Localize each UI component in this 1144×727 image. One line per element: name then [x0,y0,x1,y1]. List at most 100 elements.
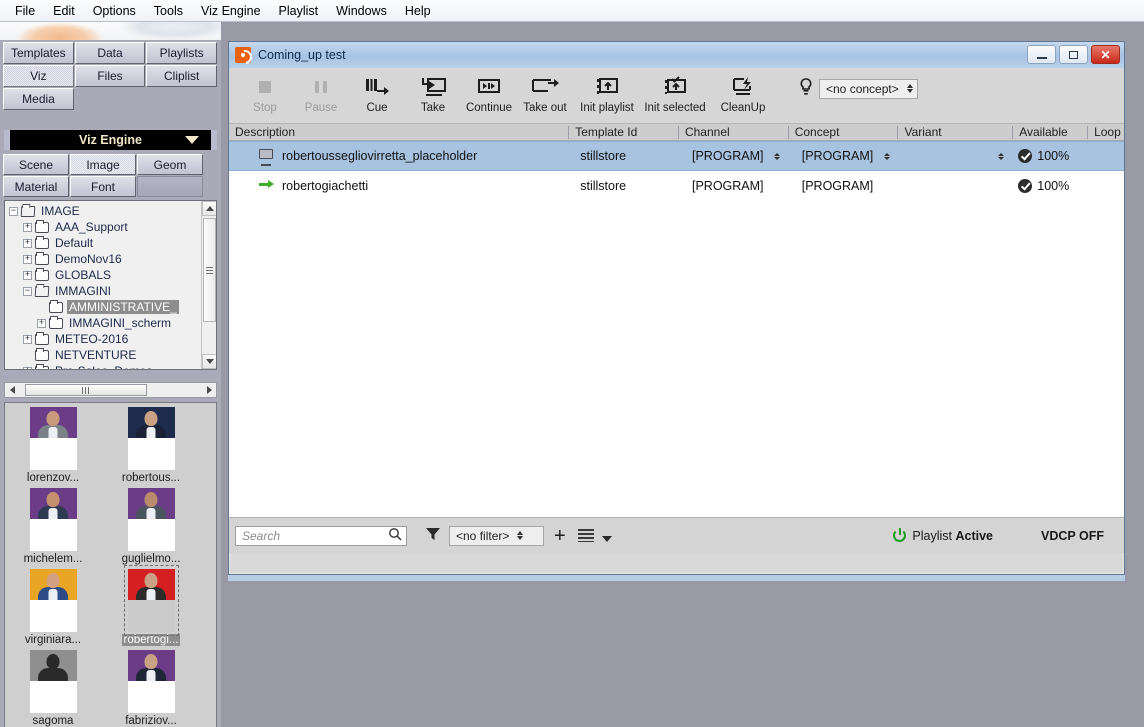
close-button[interactable]: ✕ [1091,45,1120,64]
asset-tab-image[interactable]: Image [70,154,136,175]
column-header[interactable]: Channel [677,125,788,139]
sidebar-tab-viz[interactable]: Viz [3,65,74,87]
expand-icon[interactable]: + [23,270,32,280]
take-button[interactable]: Take [405,72,461,114]
scroll-right-arrow-icon[interactable] [202,383,216,397]
expand-icon[interactable]: + [23,334,32,344]
thumbnail-item[interactable]: virginiara... [17,569,89,646]
playlist-column-header: Description Template Id Channel Concept Vari… [229,124,1124,141]
tree-vertical-scrollbar[interactable] [201,201,216,369]
spinner-updown-icon[interactable] [906,84,913,93]
menu-item-windows[interactable]: Windows [327,2,396,20]
sidebar-tab-media[interactable]: Media [3,88,74,110]
scroll-up-arrow-icon[interactable] [202,201,216,216]
scroll-down-arrow-icon[interactable] [202,354,216,369]
sidebar-tab-row-2: Viz Files Cliplist [3,65,218,88]
sidebar-tab-templates[interactable]: Templates [3,42,74,64]
table-row[interactable]: robertogiachetti stillstore [PROGRAM] [PROG… [229,171,1124,201]
menu-item-viz-engine[interactable]: Viz Engine [192,2,270,20]
cleanup-button[interactable]: CleanUp [709,72,777,114]
thumbnail-browser[interactable]: lorenzov... robertous... michelem... guglie… [4,402,217,727]
column-header[interactable]: Variant [897,125,1012,139]
thumbnail-item[interactable]: robertogi... [115,565,187,646]
asset-tab-font[interactable]: Font [70,176,136,197]
menu-item-edit[interactable]: Edit [44,2,84,20]
spinner-updown-icon[interactable] [883,152,890,160]
spinner-updown-icon[interactable] [773,152,780,160]
menu-item-file[interactable]: File [6,2,44,20]
hscroll-thumb[interactable] [25,384,147,396]
minimize-button[interactable] [1027,45,1056,64]
tree-node[interactable]: + METEO-2016 [5,331,201,347]
list-lines-icon[interactable] [577,529,594,542]
thumbnail-item[interactable]: robertous... [115,407,187,484]
tree-horizontal-scrollbar[interactable] [4,382,217,398]
funnel-icon[interactable] [425,526,441,545]
cue-button[interactable]: Cue [349,72,405,114]
scroll-left-arrow-icon[interactable] [5,383,19,397]
table-row[interactable]: robertoussegliovirretta_placeholder still… [229,141,1124,171]
image-folder-tree[interactable]: − IMAGE + AAA_Support + Default + DemoNov16 + GLO… [4,200,217,370]
thumbnail-item[interactable]: michelem... [17,488,89,565]
monitor-icon [259,149,275,163]
chevron-down-icon[interactable] [185,136,199,144]
tree-node[interactable]: AMMINISTRATIVE_ [5,299,201,315]
spinner-updown-icon[interactable] [517,531,524,540]
collapse-icon[interactable]: − [9,206,18,216]
maximize-button[interactable] [1059,45,1088,64]
expand-icon[interactable]: + [23,254,32,264]
viz-engine-bar[interactable]: Viz Engine [4,130,217,150]
concept-dropdown[interactable]: <no concept> [819,78,918,99]
tree-node[interactable]: NETVENTURE [5,347,201,363]
thumbnail-item[interactable]: sagoma [17,650,89,727]
tree-node[interactable]: + DemoNov16 [5,251,201,267]
playlist-rows[interactable]: robertoussegliovirretta_placeholder still… [229,141,1124,518]
thumbnail-item[interactable]: guglielmo... [115,488,187,565]
column-header[interactable]: Description [229,125,568,139]
plus-icon[interactable]: + [554,526,566,546]
sidebar-tab-data[interactable]: Data [74,42,146,64]
filter-dropdown[interactable]: <no filter> [449,525,544,546]
expand-icon[interactable]: + [23,222,32,232]
sidebar-tab-cliplist[interactable]: Cliplist [146,65,218,87]
continue-button[interactable]: Continue [461,72,517,114]
init-selected-button[interactable]: Init selected [641,72,709,114]
thumbnail-item[interactable]: lorenzov... [17,407,89,484]
search-input[interactable]: Search [235,525,407,546]
pause-button[interactable]: Pause [293,72,349,114]
take-out-button[interactable]: Take out [517,72,573,114]
tree-node[interactable]: − IMAGE [5,203,201,219]
column-header[interactable]: Loop [1087,125,1124,139]
collapse-icon[interactable]: − [23,286,32,296]
menu-item-options[interactable]: Options [84,2,145,20]
stop-button[interactable]: Stop [237,72,293,114]
expand-icon[interactable]: + [23,366,32,369]
menu-item-tools[interactable]: Tools [145,2,192,20]
sidebar-tab-playlists[interactable]: Playlists [146,42,218,64]
tree-node[interactable]: + Default [5,235,201,251]
menu-item-help[interactable]: Help [396,2,440,20]
tree-node[interactable]: + AAA_Support [5,219,201,235]
asset-tab-material[interactable]: Material [3,176,69,197]
menu-item-playlist[interactable]: Playlist [270,2,328,20]
tree-node[interactable]: − IMMAGINI [5,283,201,299]
tree-node[interactable]: + Pre-Sales_Demos [5,363,201,369]
search-icon[interactable] [388,527,402,544]
sidebar-tab-files[interactable]: Files [74,65,146,87]
playlist-toolbar: Stop Pause Cue Take Continue Take out In… [229,68,1124,124]
chevron-down-icon[interactable] [601,536,612,542]
column-header[interactable]: Template Id [568,125,678,139]
column-header[interactable]: Concept [787,125,898,139]
asset-tab-geom[interactable]: Geom [137,154,203,175]
expand-icon[interactable]: + [23,238,32,248]
tree-node[interactable]: + GLOBALS [5,267,201,283]
spinner-updown-icon[interactable] [998,152,1005,160]
thumbnail-item[interactable]: fabriziov... [115,650,187,727]
scroll-thumb[interactable] [203,218,216,322]
init-playlist-button[interactable]: Init playlist [573,72,641,114]
expand-icon[interactable]: + [37,318,46,328]
tree-node[interactable]: + IMMAGINI_scherm [5,315,201,331]
asset-tab-scene[interactable]: Scene [3,154,69,175]
window-title-bar[interactable]: Coming_up test ✕ [229,42,1124,68]
column-header[interactable]: Available [1012,125,1087,139]
